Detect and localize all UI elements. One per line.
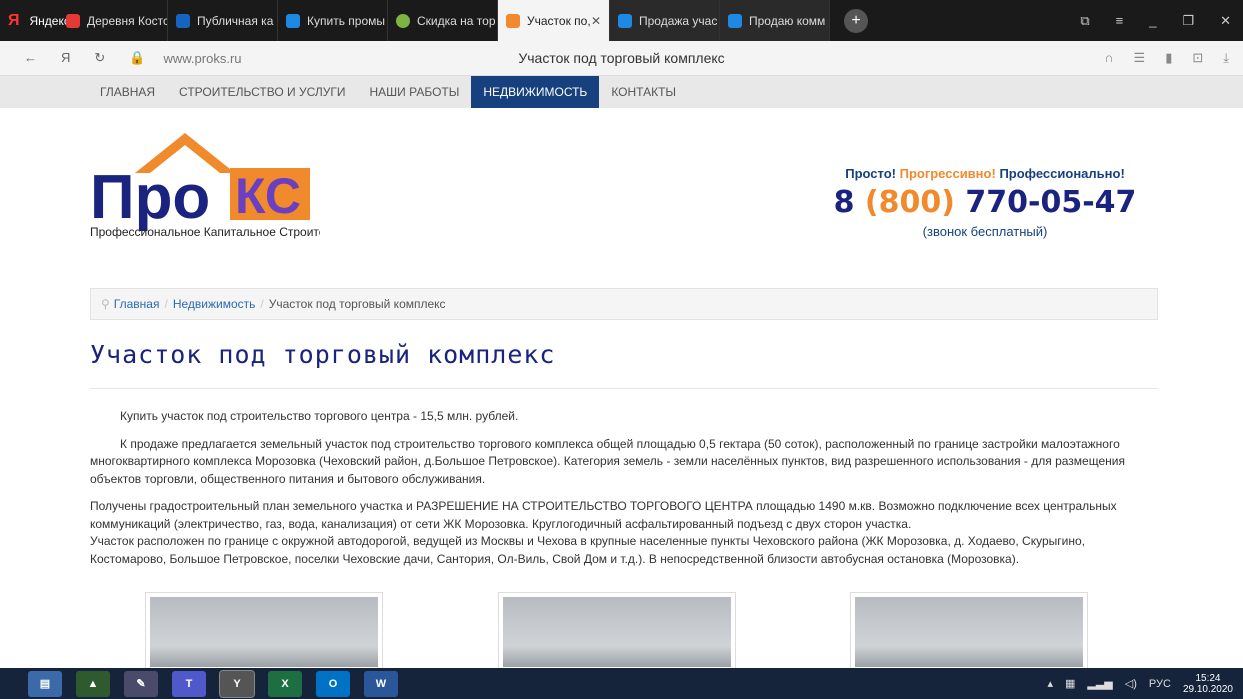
photo-billboard[interactable]: [498, 592, 736, 672]
tab-label: Скидка на тор: [417, 13, 496, 28]
tab-label: Продажа учас: [639, 13, 718, 28]
tab-label: Деревня Костс: [87, 13, 168, 28]
location-icon: ⚲: [101, 297, 110, 311]
site-menu: ГЛАВНАЯ СТРОИТЕЛЬСТВО И УСЛУГИ НАШИ РАБО…: [0, 76, 1243, 108]
tab-1[interactable]: Публичная ка: [168, 0, 278, 41]
menu-icon[interactable]: ≡: [1116, 13, 1124, 29]
close-window-icon[interactable]: ✕: [1220, 13, 1231, 29]
tab-label: Публичная ка: [197, 13, 274, 28]
window-controls: ⧉ ≡ _ ❐ ✕: [1080, 13, 1243, 29]
svg-text:Про: Про: [90, 163, 210, 232]
signal-icon[interactable]: ▂▃▅: [1087, 677, 1112, 690]
map-pin-icon: [66, 13, 80, 28]
home-icon: [506, 13, 520, 28]
svg-text:КС: КС: [235, 168, 301, 224]
page-content: Про КС Профессиональное Капитальное Стро…: [0, 108, 1243, 672]
back-icon[interactable]: ←: [24, 50, 37, 66]
reader-icon[interactable]: ☰: [1134, 50, 1146, 66]
site-icon: [728, 13, 742, 28]
volume-icon[interactable]: ◁): [1125, 677, 1137, 690]
teams-icon[interactable]: T: [172, 670, 206, 697]
share-icon[interactable]: ⊡: [1192, 50, 1203, 66]
breadcrumb-home[interactable]: Главная: [114, 297, 160, 311]
yandex-logo-icon[interactable]: Я: [61, 50, 70, 66]
logo[interactable]: Про КС Профессиональное Капитальное Стро…: [90, 133, 363, 263]
tab-2[interactable]: Купить промы: [278, 0, 388, 41]
network-icon[interactable]: ▦: [1065, 677, 1075, 690]
tab-5[interactable]: Продажа учас: [610, 0, 720, 41]
photo-road[interactable]: [145, 592, 383, 672]
lock-icon: 🔒: [129, 50, 146, 65]
address-bar: ← Я ↻ 🔒 www.proks.ru Участок под торговый к…: [0, 41, 1243, 76]
menu-works[interactable]: НАШИ РАБОТЫ: [358, 76, 472, 108]
contact-block: Просто! Прогрессивно! Профессионально! 8…: [800, 166, 1170, 239]
menu-realty[interactable]: НЕДВИЖИМОСТЬ: [471, 76, 600, 108]
system-tray: ▴ ▦ ▂▃▅ ◁) РУС 15:24 29.10.2020: [1047, 673, 1243, 695]
breadcrumb-section[interactable]: Недвижимость: [173, 297, 256, 311]
logo-graphic: Про КС Профессиональное Капитальное Стро…: [90, 133, 363, 239]
bookmark-icon[interactable]: ▮: [1165, 50, 1172, 66]
yandex-browser-icon[interactable]: Y: [219, 669, 255, 698]
restore-icon[interactable]: ❐: [1182, 13, 1194, 29]
yandex-button[interactable]: Я Яндекс: [0, 0, 70, 41]
headphones-icon[interactable]: ∩: [1104, 50, 1113, 66]
yandex-icon: Я: [8, 11, 20, 29]
download-icon[interactable]: ⤓: [1223, 50, 1229, 66]
menu-contacts[interactable]: КОНТАКТЫ: [599, 76, 688, 108]
taskbar: ▤ ▲ ✎ T Y X O W ▴ ▦ ▂▃▅ ◁) РУС 15:24 29.1…: [0, 668, 1243, 699]
phone-number[interactable]: 8 (800) 770-05-47: [800, 185, 1170, 220]
paragraph-permit: Получены градостроительный план земельно…: [90, 499, 1117, 531]
word-icon[interactable]: W: [364, 670, 398, 697]
menu-spacer: [0, 76, 88, 108]
outlook-icon[interactable]: O: [316, 670, 350, 697]
tabs-icon[interactable]: ⧉: [1080, 13, 1089, 29]
tab-6[interactable]: Продаю комм: [720, 0, 830, 41]
tab-active[interactable]: Участок по, ✕: [498, 0, 610, 41]
description: Купить участок под строительство торгово…: [90, 408, 1158, 568]
breadcrumb-current: Участок под торговый комплекс: [268, 297, 446, 311]
paragraph-price: Купить участок под строительство торгово…: [120, 409, 519, 423]
page-heading: Участок под торговый комплекс: [90, 340, 556, 369]
site-icon: [618, 13, 632, 28]
browser-tab-bar: Я Яндекс Деревня Костс Публичная ка Купит…: [0, 0, 1243, 41]
paint-icon[interactable]: ✎: [124, 670, 158, 697]
photo-bus-stop[interactable]: [850, 592, 1088, 672]
menu-home[interactable]: ГЛАВНАЯ: [88, 76, 167, 108]
paragraph-location: Участок расположен по границе с окружной…: [90, 534, 1085, 566]
tab-3[interactable]: Скидка на тор: [388, 0, 498, 41]
excel-icon[interactable]: X: [268, 670, 302, 697]
tab-0[interactable]: Деревня Костс: [58, 0, 168, 41]
paragraph-offer: К продаже предлагается земельный участок…: [90, 436, 1125, 486]
new-tab-icon[interactable]: +: [844, 8, 868, 33]
reload-icon[interactable]: ↻: [94, 50, 105, 66]
svg-text:Профессиональное Капитальное С: Профессиональное Капитальное Строительст…: [90, 225, 320, 239]
free-call-note: (звонок бесплатный): [922, 224, 1048, 239]
divider: [90, 388, 1158, 389]
close-tab-icon[interactable]: ✕: [591, 14, 601, 28]
clock[interactable]: 15:24 29.10.2020: [1183, 673, 1233, 695]
site-icon: [396, 13, 410, 28]
breadcrumb: ⚲ Главная / Недвижимость / Участок под тор…: [90, 288, 1158, 320]
url-field[interactable]: www.proks.ru: [163, 51, 241, 66]
tab-label: Продаю комм: [749, 13, 826, 28]
tab-label: Участок по,: [527, 13, 591, 28]
site-icon: [286, 13, 300, 28]
slogan: Просто! Прогрессивно! Профессионально!: [845, 166, 1125, 181]
chart-app-icon[interactable]: ▲: [76, 670, 110, 697]
site-icon: [176, 13, 190, 28]
explorer-icon[interactable]: ▤: [28, 670, 62, 697]
tray-arrow-icon[interactable]: ▴: [1047, 677, 1053, 690]
tab-label: Купить промы: [307, 13, 385, 28]
minimize-icon[interactable]: _: [1149, 13, 1156, 29]
menu-services[interactable]: СТРОИТЕЛЬСТВО И УСЛУГИ: [167, 76, 357, 108]
language-indicator[interactable]: РУС: [1149, 678, 1171, 690]
